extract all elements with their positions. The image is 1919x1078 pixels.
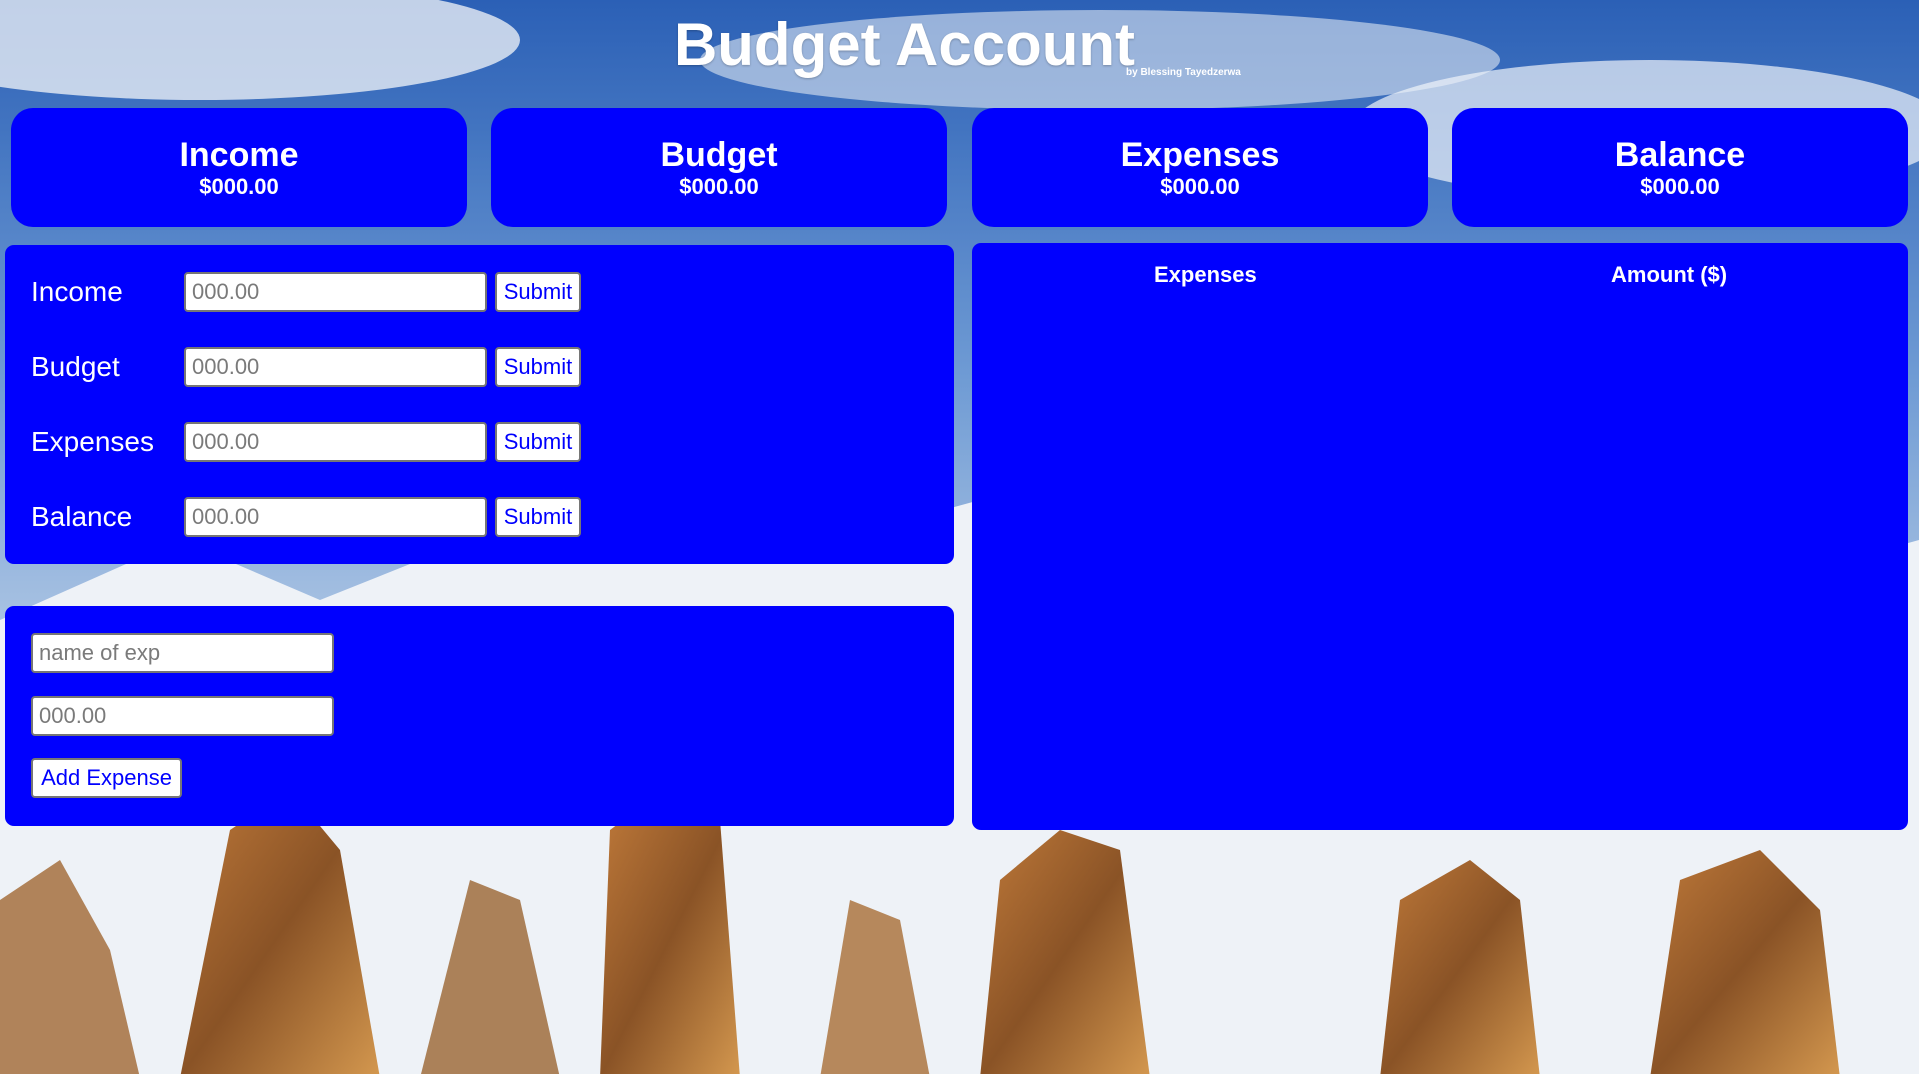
add-expense-button[interactable]: Add Expense [31,758,182,798]
income-submit-button[interactable]: Submit [495,272,581,312]
budget-submit-button[interactable]: Submit [495,347,581,387]
amount-entry-panel: Income Submit Budget Submit Expenses Sub… [5,245,954,564]
income-card-title: Income [179,136,299,174]
expense-amount-input[interactable] [31,696,334,736]
budget-label: Budget [31,351,120,382]
author-byline: by Blessing Tayedzerwa [1126,67,1241,78]
add-expense-panel: Add Expense [5,606,954,826]
expense-name-input[interactable] [31,633,334,673]
expenses-row: Expenses Submit [5,422,605,462]
balance-submit-button[interactable]: Submit [495,497,581,537]
income-card-value: $000.00 [199,174,279,199]
balance-input[interactable] [184,497,487,537]
expenses-label: Expenses [31,426,154,457]
expenses-card: Expenses $000.00 [972,108,1428,227]
income-card: Income $000.00 [11,108,467,227]
budget-card-value: $000.00 [679,174,759,199]
table-header-expenses: Expenses [1154,262,1257,287]
balance-card: Balance $000.00 [1452,108,1908,227]
expenses-submit-button[interactable]: Submit [495,422,581,462]
balance-card-title: Balance [1614,136,1746,174]
expenses-table-panel: Expenses Amount ($) [972,243,1908,830]
balance-card-value: $000.00 [1640,174,1720,199]
expenses-card-title: Expenses [1120,136,1280,174]
expenses-card-value: $000.00 [1160,174,1240,199]
income-input[interactable] [184,272,487,312]
income-label: Income [31,276,123,307]
page-title: Budget Account [673,11,1136,78]
income-row: Income Submit [5,272,605,312]
balance-label: Balance [31,501,133,532]
budget-input[interactable] [184,347,487,387]
budget-card: Budget $000.00 [491,108,947,227]
budget-card-title: Budget [660,136,778,174]
balance-row: Balance Submit [5,497,605,537]
expenses-input[interactable] [184,422,487,462]
table-header-amount: Amount ($) [1611,262,1728,287]
budget-row: Budget Submit [5,347,605,387]
